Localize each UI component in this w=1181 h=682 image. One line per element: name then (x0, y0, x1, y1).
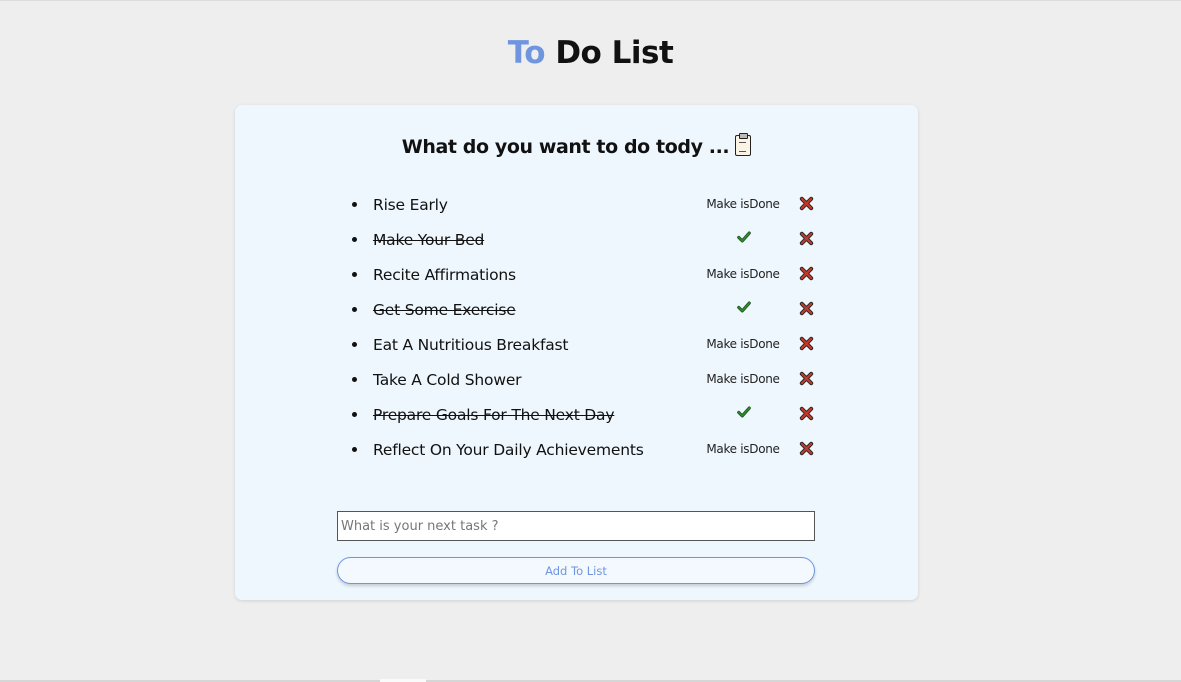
task-item: Recite Affirmations Make isDone (345, 257, 825, 292)
task-item: Get Some Exercise (345, 292, 825, 327)
task-list: Rise Early Make isDone Make Your Bed Rec… (345, 187, 825, 467)
bullet (352, 307, 357, 312)
task-item: Prepare Goals For The Next Day (345, 397, 825, 432)
delete-icon[interactable] (799, 406, 814, 421)
task-text: Recite Affirmations (373, 266, 516, 284)
task-text: Make Your Bed (373, 231, 485, 249)
check-icon (737, 406, 751, 418)
app-title-accent: To (507, 35, 546, 71)
bullet (352, 412, 357, 417)
add-to-list-button[interactable]: Add To List (337, 557, 815, 584)
task-text: Eat A Nutritious Breakfast (373, 336, 569, 354)
task-item: Take A Cold Shower Make isDone (345, 362, 825, 397)
top-border (0, 0, 1181, 1)
delete-icon[interactable] (799, 301, 814, 316)
make-done-button[interactable]: Make isDone (700, 441, 786, 458)
new-task-input[interactable] (337, 511, 815, 541)
task-item: Reflect On Your Daily Achievements Make … (345, 432, 825, 467)
delete-icon[interactable] (799, 196, 814, 211)
task-item: Eat A Nutritious Breakfast Make isDone (345, 327, 825, 362)
task-item: Rise Early Make isDone (345, 187, 825, 222)
bullet (352, 237, 357, 242)
bullet (352, 342, 357, 347)
delete-icon[interactable] (799, 266, 814, 281)
delete-icon[interactable] (799, 371, 814, 386)
make-done-button[interactable]: Make isDone (700, 196, 786, 213)
bullet (352, 202, 357, 207)
check-icon (737, 231, 751, 243)
card-heading: What do you want to do tody ... (235, 133, 918, 161)
make-done-button[interactable]: Make isDone (700, 266, 786, 283)
task-item: Make Your Bed (345, 222, 825, 257)
check-icon (737, 301, 751, 313)
task-text: Reflect On Your Daily Achievements (373, 441, 644, 459)
card-heading-text: What do you want to do tody ... (401, 136, 730, 158)
delete-icon[interactable] (799, 441, 814, 456)
bullet (352, 447, 357, 452)
app-title: To Do List (0, 33, 1181, 73)
task-text: Get Some Exercise (373, 301, 516, 319)
make-done-button[interactable]: Make isDone (700, 371, 786, 388)
bullet (352, 272, 357, 277)
app-title-rest: Do List (555, 35, 674, 71)
make-done-button[interactable]: Make isDone (700, 336, 786, 353)
clipboard-icon (735, 133, 752, 156)
task-text: Rise Early (373, 196, 448, 214)
task-text: Take A Cold Shower (373, 371, 522, 389)
bullet (352, 377, 357, 382)
delete-icon[interactable] (799, 231, 814, 246)
task-text: Prepare Goals For The Next Day (373, 406, 615, 424)
delete-icon[interactable] (799, 336, 814, 351)
